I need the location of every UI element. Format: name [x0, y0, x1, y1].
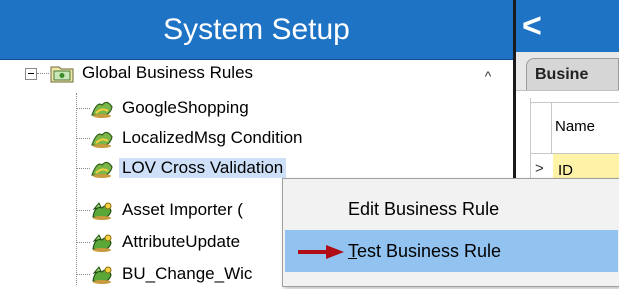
tree-item-label: LocalizedMsg Condition	[122, 128, 303, 147]
tree-connector	[76, 242, 90, 243]
scroll-up-arrow-icon[interactable]: ^	[478, 66, 498, 86]
tree-connector	[37, 73, 49, 74]
tab-strip: Busine	[516, 52, 619, 91]
action-rule-icon	[92, 234, 112, 252]
red-arrow-icon	[298, 245, 344, 259]
tab-business-rule[interactable]: Busine	[526, 58, 619, 90]
tree-item-label: LOV Cross Validation	[119, 158, 287, 178]
condition-rule-icon	[91, 161, 113, 178]
action-rule-icon	[92, 202, 112, 220]
menu-item-label: Edit Business Rule	[348, 199, 500, 219]
grid-header: Name	[531, 102, 619, 154]
tree-item-localizedmsg-condition[interactable]: LocalizedMsg Condition	[90, 123, 306, 153]
row-marker-icon: >	[535, 160, 544, 177]
context-menu: Edit Business Rule Test Business Rule	[282, 178, 619, 287]
tree-item-label: Asset Importer (	[122, 200, 243, 219]
tree-item-googleshopping[interactable]: GoogleShopping	[90, 93, 252, 123]
column-header-name: Name	[555, 118, 596, 135]
tree-connector	[76, 274, 90, 275]
tree-item-lov-cross-validation[interactable]: LOV Cross Validation	[90, 153, 287, 183]
folder-icon	[50, 66, 74, 83]
tree-connector	[76, 138, 90, 139]
tree-item-label: BU_Change_Wic	[122, 264, 253, 283]
menu-item-label-rest: est Business Rule	[357, 241, 502, 261]
tree-item-attributeupdate[interactable]: AttributeUpdate	[90, 227, 243, 257]
back-button[interactable]: <	[522, 6, 550, 46]
action-rule-icon	[92, 266, 112, 284]
condition-rule-icon	[91, 101, 113, 118]
menu-item-edit-business-rule[interactable]: Edit Business Rule	[285, 188, 618, 230]
tree-connector	[76, 93, 77, 285]
menu-item-label: Test Business Rule	[348, 230, 501, 272]
tree-item-asset-importer[interactable]: Asset Importer (	[90, 195, 246, 225]
tree-item-label: AttributeUpdate	[122, 232, 241, 251]
system-setup-title: System Setup	[0, 0, 513, 60]
tree-item-label: GoogleShopping	[122, 98, 249, 117]
tree-connector	[76, 168, 90, 169]
tree-connector	[76, 108, 90, 109]
tree-connector	[76, 210, 90, 211]
menu-item-test-business-rule[interactable]: Test Business Rule	[285, 230, 618, 272]
column-separator	[551, 103, 552, 153]
mnemonic-char: T	[348, 241, 357, 261]
condition-rule-icon	[91, 131, 113, 148]
tree-item-label: Global Business Rules	[82, 63, 254, 82]
collapse-toggle-icon[interactable]	[25, 68, 37, 80]
tree-item-global-business-rules[interactable]: Global Business Rules	[50, 58, 256, 88]
